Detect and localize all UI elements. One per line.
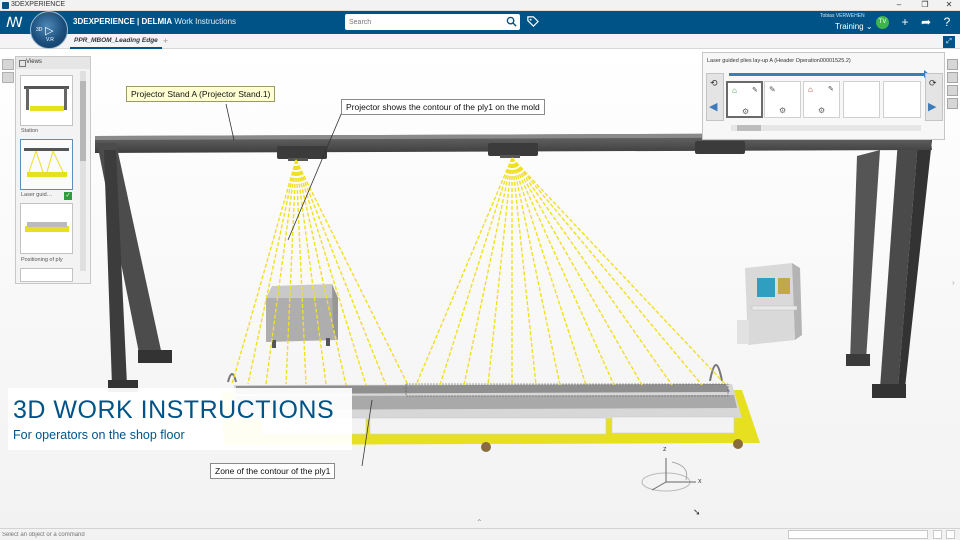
steps-scrollbar[interactable] — [731, 125, 921, 131]
callout-projector-stand[interactable]: Projector Stand A (Projector Stand.1) — [126, 86, 276, 102]
step-card[interactable]: ⌂ ✎ ⚙ — [726, 81, 763, 118]
status-field[interactable] — [788, 530, 928, 539]
settings-icon[interactable] — [2, 72, 14, 83]
panel-toggle-icon[interactable] — [947, 59, 958, 70]
views-header: Views — [16, 57, 90, 69]
view-label-positioning: Positioning of ply — [21, 257, 63, 263]
check-icon: ✓ — [64, 192, 72, 200]
edit-icon[interactable]: ✎ — [828, 85, 834, 93]
views-toggle-icon[interactable] — [2, 59, 14, 70]
properties-icon[interactable] — [947, 98, 958, 109]
compass-3d-label: 3D — [36, 27, 43, 33]
status-toggle-b[interactable] — [946, 530, 955, 539]
x-axis-label: x — [698, 478, 702, 485]
edit-icon[interactable]: ✎ — [752, 86, 758, 94]
rotate-icon: ⟳ — [929, 78, 937, 88]
right-toolbar — [947, 59, 959, 111]
z-axis-label: z — [663, 446, 667, 453]
view-label-station: Station — [21, 128, 39, 134]
compass-widget[interactable]: 3D ▷ V.R — [30, 11, 68, 49]
projector-1 — [277, 146, 327, 161]
banner-subtitle: For operators on the shop floor — [13, 428, 185, 442]
tree-icon[interactable] — [947, 72, 958, 83]
view-thumbnail-next[interactable] — [20, 268, 73, 282]
view-label-laser-guided: Laser guid… — [21, 192, 53, 198]
projector-3 — [695, 141, 745, 154]
home-green-icon: ⌂ — [732, 86, 737, 95]
status-bar — [0, 528, 960, 540]
steps-panel: Laser guided plies lay-up A (Header Oper… — [702, 52, 945, 140]
control-cabinet — [737, 263, 802, 345]
banner-title: 3D WORK INSTRUCTIONS — [13, 396, 335, 424]
views-panel: Views Station Laser guid… ✓ Positioning … — [15, 56, 91, 284]
status-toggle-a[interactable] — [933, 530, 942, 539]
step-card[interactable] — [883, 81, 921, 118]
views-scrollbar[interactable] — [80, 71, 86, 271]
gear-icon: ⚙ — [779, 106, 787, 115]
arrow-right-icon: ▶ — [928, 101, 937, 113]
gear-icon: ⚙ — [742, 107, 750, 116]
steps-panel-title: Laser guided plies lay-up A (Header Oper… — [707, 58, 851, 64]
mouse-cursor-icon: ➘ — [693, 507, 701, 517]
prev-step-button[interactable]: ⟲ ◀ — [706, 73, 724, 121]
step-card[interactable]: ⌂ ✎ ⚙ — [803, 81, 840, 118]
view-thumbnail-station[interactable] — [20, 75, 73, 126]
home-red-icon: ⌂ — [808, 85, 813, 94]
callout-contour-zone[interactable]: Zone of the contour of the ply1 — [210, 463, 336, 479]
projector-2 — [488, 143, 538, 158]
callout-projector[interactable]: Projector shows the contour of the ply1 … — [341, 99, 545, 115]
view-thumbnail-positioning[interactable] — [20, 203, 73, 254]
promo-banner: 3D WORK INSTRUCTIONS For operators on th… — [8, 388, 352, 450]
command-input[interactable] — [2, 530, 202, 540]
compass-version: V.R — [46, 37, 54, 43]
arrow-left-icon: ◀ — [709, 101, 718, 113]
app-window: 3DEXPERIENCE – ❐ ✕ ꟿ 3DEXPERIENCE | DELM… — [0, 0, 960, 540]
view-thumbnail-laser-guided[interactable] — [20, 139, 73, 190]
step-card[interactable]: ✎ ⚙ — [764, 81, 801, 118]
chevron-right-icon[interactable]: › — [952, 278, 955, 287]
rotate-icon: ⟲ — [710, 78, 718, 88]
next-step-button[interactable]: ⟳ ▶ — [925, 73, 943, 121]
edit-icon: ✎ — [769, 85, 776, 94]
chevron-up-icon[interactable]: ⌃ — [476, 518, 483, 527]
info-icon[interactable] — [947, 85, 958, 96]
step-card[interactable] — [843, 81, 880, 118]
progress-arrow — [729, 70, 929, 78]
left-toolbar — [2, 59, 15, 89]
play-icon[interactable]: ▷ — [45, 24, 53, 37]
gear-icon: ⚙ — [818, 106, 826, 115]
